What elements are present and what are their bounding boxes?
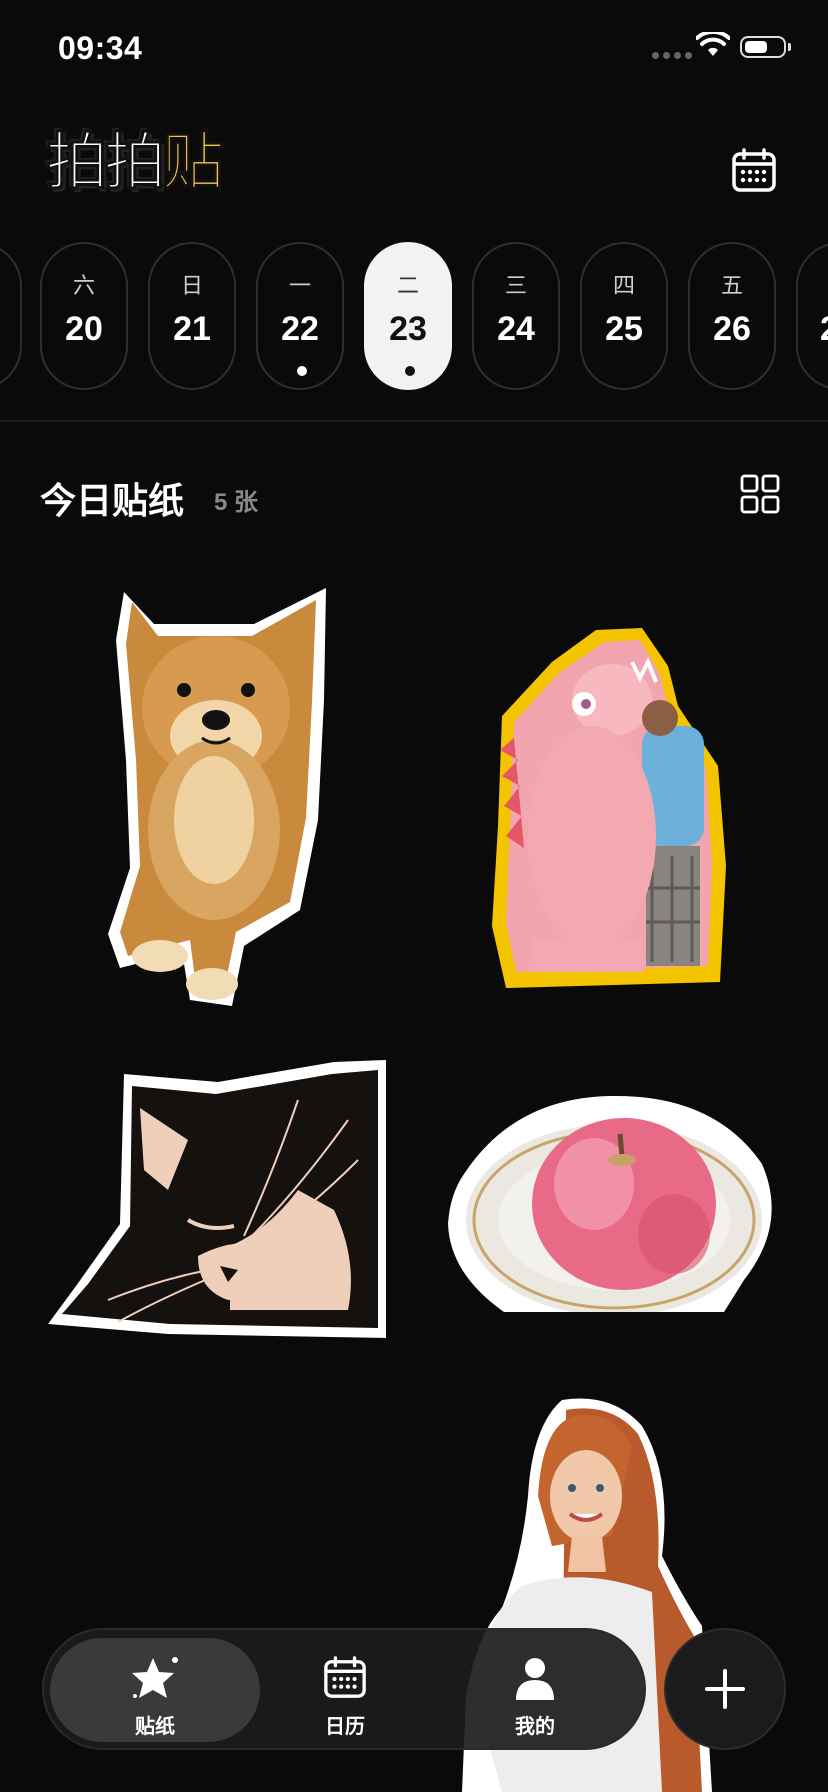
- date-strip[interactable]: 六20 日21 一22 二23 三24 四25 五26 2: [0, 240, 828, 392]
- plus-icon: [705, 1669, 745, 1709]
- sticker-dot-indicator: [297, 366, 307, 376]
- sticker-count: 5 张: [214, 489, 259, 516]
- date-pill-partial[interactable]: 2: [796, 242, 828, 390]
- date-pill-26[interactable]: 五 26: [688, 242, 776, 390]
- tab-me[interactable]: 我的: [430, 1638, 640, 1742]
- tab-label: 日历: [325, 1716, 365, 1738]
- date-pill-20[interactable]: 六 20: [40, 242, 128, 390]
- tab-stickers[interactable]: 贴纸: [50, 1638, 260, 1742]
- sticker-dot-indicator: [405, 366, 415, 376]
- status-time: 09:34: [58, 30, 143, 66]
- person-icon: [516, 1658, 554, 1700]
- date-pill-24[interactable]: 三 24: [472, 242, 560, 390]
- calendar-icon: [324, 1656, 366, 1698]
- date-pill-23-selected[interactable]: 二 23: [364, 242, 452, 390]
- status-bar: 09:34: [0, 0, 828, 100]
- divider: [0, 420, 828, 422]
- cellular-signal-icon: [652, 52, 692, 59]
- date-pill-25[interactable]: 四 25: [580, 242, 668, 390]
- sticker-sleeping-cat[interactable]: [48, 1060, 386, 1338]
- tab-calendar[interactable]: 日历: [240, 1638, 450, 1742]
- add-sticker-button[interactable]: [664, 1628, 786, 1750]
- date-pill-21[interactable]: 日 21: [148, 242, 236, 390]
- star-icon: [132, 1657, 178, 1698]
- tab-bar: 贴纸 日历 我的: [42, 1628, 646, 1750]
- app-logo: 拍拍贴: [45, 128, 224, 197]
- sticker-apple-plate[interactable]: [444, 1094, 778, 1314]
- section-title: 今日贴纸: [40, 480, 185, 521]
- date-pill-22[interactable]: 一 22: [256, 242, 344, 390]
- sticker-pink-dinosaur[interactable]: [492, 626, 728, 992]
- sticker-shiba-dog[interactable]: [104, 580, 334, 1012]
- calendar-icon[interactable]: [730, 148, 778, 194]
- grid-icon[interactable]: [740, 474, 780, 514]
- wifi-icon: [696, 32, 730, 56]
- battery-icon: [740, 36, 791, 58]
- tab-label: 我的: [515, 1716, 555, 1738]
- tab-label: 贴纸: [135, 1716, 175, 1738]
- date-pill[interactable]: [0, 242, 22, 390]
